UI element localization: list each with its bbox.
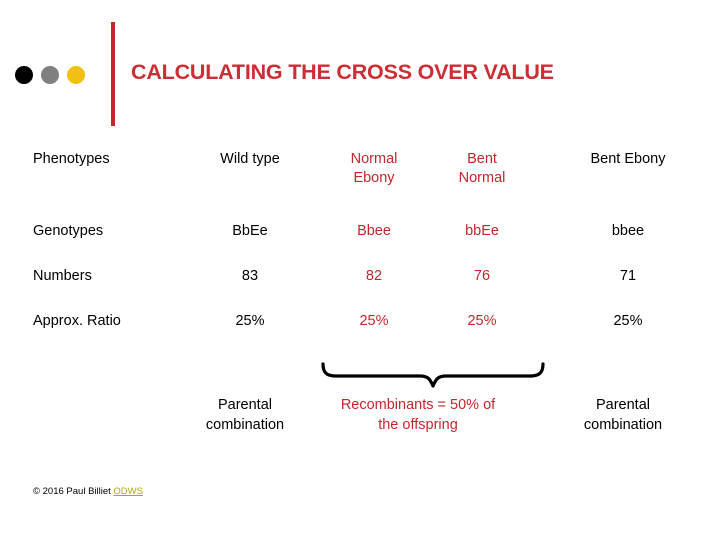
logo-dots (15, 66, 85, 84)
cell-number-normal-ebony: 82 (365, 268, 383, 284)
table-row-ratio: Approx. Ratio 25% 25% 25% 25% (0, 312, 720, 331)
footer: © 2016 Paul Billiet ODWS (33, 486, 143, 498)
cell-genotype-bent-ebony: bbee (611, 223, 645, 239)
cell-phenotype-normal-ebony-line2: Ebony (353, 170, 395, 186)
recombinant-brace-icon (321, 362, 545, 388)
table-row-numbers: Numbers 83 82 76 71 (0, 267, 720, 286)
caption-parental-left-line2: combination (205, 417, 285, 433)
dot-gray-icon (41, 66, 59, 84)
slide: CALCULATING THE CROSS OVER VALUE Phenoty… (0, 0, 720, 540)
cell-phenotype-bent-normal-line1: Bent (467, 151, 497, 167)
caption-parental-right-line1: Parental (595, 397, 650, 413)
cell-ratio-bent-ebony: 25% (613, 313, 643, 329)
caption-recombinants-line2: the offspring (378, 417, 458, 433)
cell-genotype-bent-normal: bbEe (465, 223, 499, 239)
copyright-text: © 2016 Paul Billiet (33, 486, 114, 497)
cell-phenotype-bent-normal-line2: Normal (458, 170, 506, 186)
cell-number-wild-type: 83 (241, 268, 259, 284)
cell-phenotype-bent-ebony: Bent Ebony (590, 151, 666, 167)
phenotype-table: Phenotypes Wild type Normal Ebony Bent N… (0, 150, 720, 331)
caption-parental-right: Parental combination (526, 395, 720, 435)
caption-parental-left-line1: Parental (217, 397, 272, 413)
caption-row: Parental combination Recombinants = 50% … (0, 395, 720, 435)
row-label-phenotypes: Phenotypes (33, 151, 110, 167)
cell-phenotype-bent-normal: Bent Normal (428, 150, 536, 188)
dot-black-icon (15, 66, 33, 84)
cell-ratio-wild-type: 25% (235, 313, 265, 329)
table-row-phenotypes: Phenotypes Wild type Normal Ebony Bent N… (0, 150, 720, 188)
caption-recombinants: Recombinants = 50% of the offspring (310, 395, 526, 435)
dot-gold-icon (67, 66, 85, 84)
caption-parental-left: Parental combination (180, 395, 310, 435)
cell-ratio-bent-normal: 25% (467, 313, 497, 329)
cell-genotype-wild-type: BbEe (232, 223, 268, 239)
header-divider (111, 22, 115, 126)
cell-phenotype-normal-ebony: Normal Ebony (320, 150, 428, 188)
row-label-genotypes: Genotypes (33, 223, 104, 239)
odws-link[interactable]: ODWS (113, 486, 143, 497)
row-label-numbers: Numbers (33, 268, 92, 284)
cell-genotype-normal-ebony: Bbee (357, 223, 391, 239)
page-title: CALCULATING THE CROSS OVER VALUE (131, 60, 554, 84)
cell-phenotype-wild-type: Wild type (220, 151, 280, 167)
row-label-ratio: Approx. Ratio (33, 313, 121, 329)
caption-recombinants-line1: Recombinants = 50% of (340, 397, 496, 413)
cell-number-bent-normal: 76 (473, 268, 491, 284)
cell-phenotype-normal-ebony-line1: Normal (350, 151, 398, 167)
cell-number-bent-ebony: 71 (619, 268, 637, 284)
table-row-genotypes: Genotypes BbEe Bbee bbEe bbee (0, 222, 720, 241)
cell-ratio-normal-ebony: 25% (359, 313, 389, 329)
caption-parental-right-line2: combination (583, 417, 663, 433)
